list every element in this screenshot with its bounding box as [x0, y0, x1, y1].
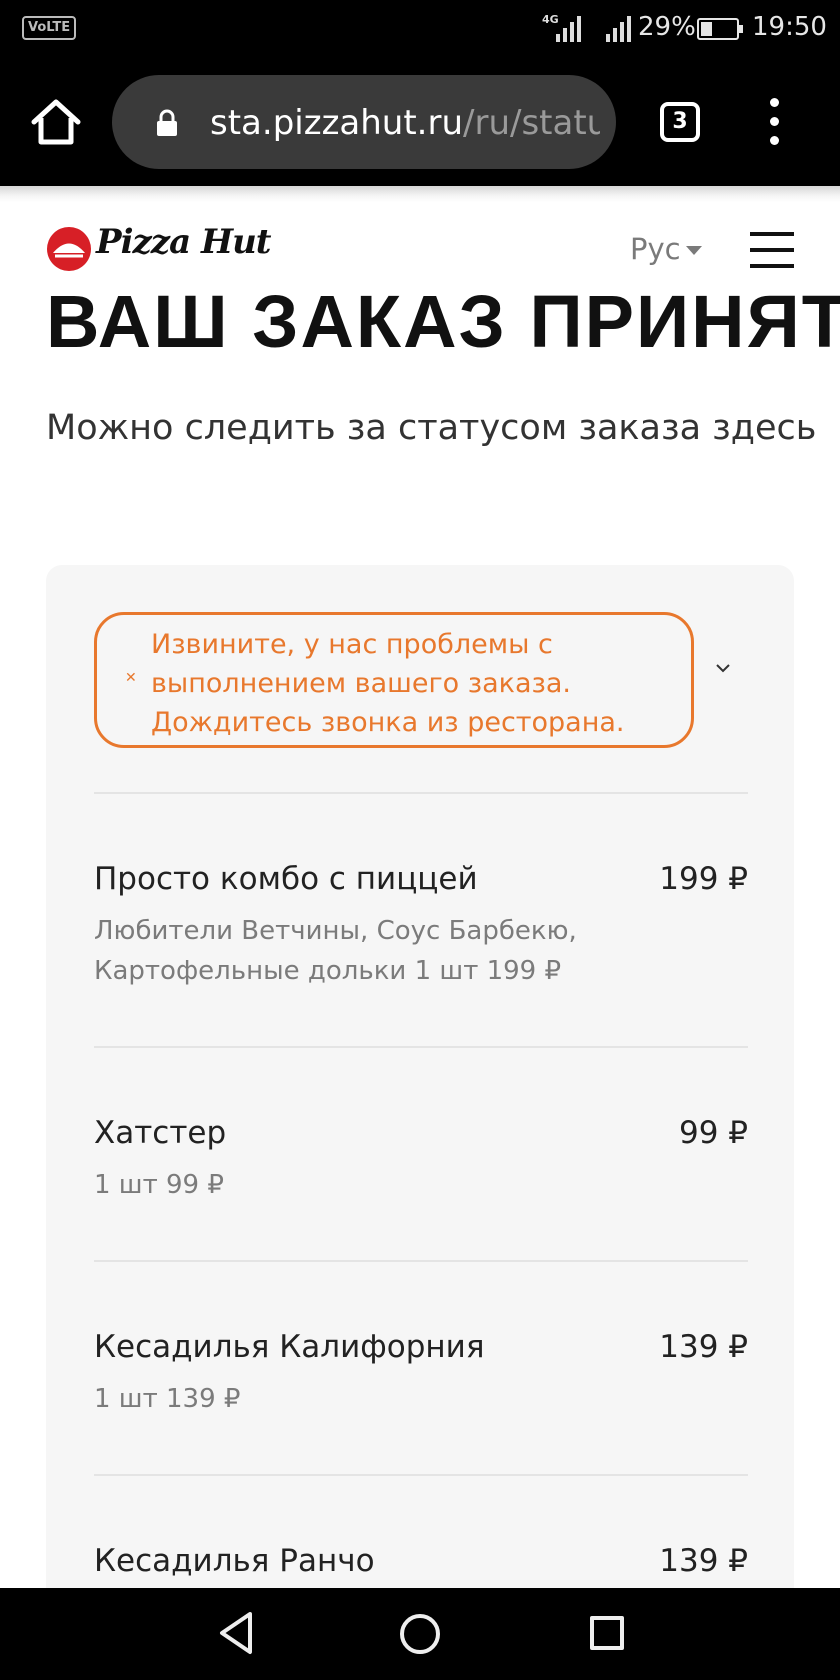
- recents-square-icon[interactable]: [590, 1616, 624, 1650]
- url-path: /ru/status: [463, 103, 600, 143]
- page-title: ВАШ ЗАКАЗ ПРИНЯТ: [46, 280, 840, 363]
- battery-percent: 29%: [638, 12, 696, 42]
- item-price: 139 ₽: [659, 1329, 748, 1365]
- divider: [94, 1046, 748, 1048]
- order-card: ✕ Извините, у нас проблемы с выполнением…: [46, 565, 794, 1588]
- clock: 19:50: [752, 12, 827, 42]
- divider: [94, 792, 748, 794]
- address-bar[interactable]: sta.pizzahut.ru/ru/status: [112, 75, 616, 169]
- url-host: sta.pizzahut.ru: [210, 103, 464, 143]
- tabs-icon[interactable]: 3: [660, 102, 700, 142]
- battery-icon: [697, 18, 743, 40]
- pizza-hut-logo-icon[interactable]: [46, 226, 92, 272]
- item-price: 139 ₽: [659, 1543, 748, 1579]
- item-price: 99 ₽: [678, 1115, 748, 1151]
- cell-signal-icon-1: [556, 14, 586, 42]
- item-name: Хатстер: [94, 1115, 227, 1151]
- item-detail: 1 шт 139 ₽: [94, 1384, 241, 1414]
- site-header: Pizza Hut Рус: [0, 202, 840, 294]
- divider: [94, 1260, 748, 1262]
- hamburger-menu-icon[interactable]: [750, 232, 794, 268]
- item-price: 199 ₽: [659, 861, 748, 897]
- status-bar: VoLTE 4G 29% 19:50: [0, 0, 840, 58]
- item-name: Просто комбо с пиццей: [94, 861, 478, 897]
- chevron-down-icon[interactable]: [714, 661, 732, 675]
- item-detail: Любители Ветчины, Соус Барбекю, Картофел…: [94, 916, 577, 986]
- page-subtitle: Можно следить за статусом заказа здесь: [46, 408, 817, 448]
- more-vert-icon[interactable]: [764, 98, 784, 146]
- back-triangle-icon[interactable]: [216, 1610, 256, 1656]
- alert-text: Извините, у нас проблемы с выполнением в…: [151, 629, 625, 738]
- home-circle-icon[interactable]: [400, 1614, 440, 1654]
- volte-indicator: VoLTE: [22, 16, 77, 40]
- toolbar-shadow: [0, 186, 840, 202]
- order-problem-alert: ✕ Извините, у нас проблемы с выполнением…: [94, 612, 694, 748]
- url-text: sta.pizzahut.ru/ru/status: [210, 103, 600, 143]
- browser-toolbar: sta.pizzahut.ru/ru/status 3: [0, 58, 840, 186]
- item-detail: 1 шт 99 ₽: [94, 1170, 224, 1200]
- lock-icon: [157, 109, 177, 136]
- system-nav-bar: [0, 1588, 840, 1680]
- item-name: Кесадилья Калифорния: [94, 1329, 485, 1365]
- cell-signal-icon-2: [606, 14, 636, 42]
- logo-text[interactable]: Pizza Hut: [96, 222, 272, 262]
- divider: [94, 1474, 748, 1476]
- language-selector[interactable]: Рус: [630, 232, 681, 266]
- caret-down-icon[interactable]: [686, 246, 702, 255]
- home-icon[interactable]: [30, 98, 82, 146]
- item-name: Кесадилья Ранчо: [94, 1543, 375, 1579]
- web-page: Pizza Hut Рус ВАШ ЗАКАЗ ПРИНЯТ Можно сле…: [0, 186, 840, 1588]
- close-icon[interactable]: ✕: [125, 670, 137, 686]
